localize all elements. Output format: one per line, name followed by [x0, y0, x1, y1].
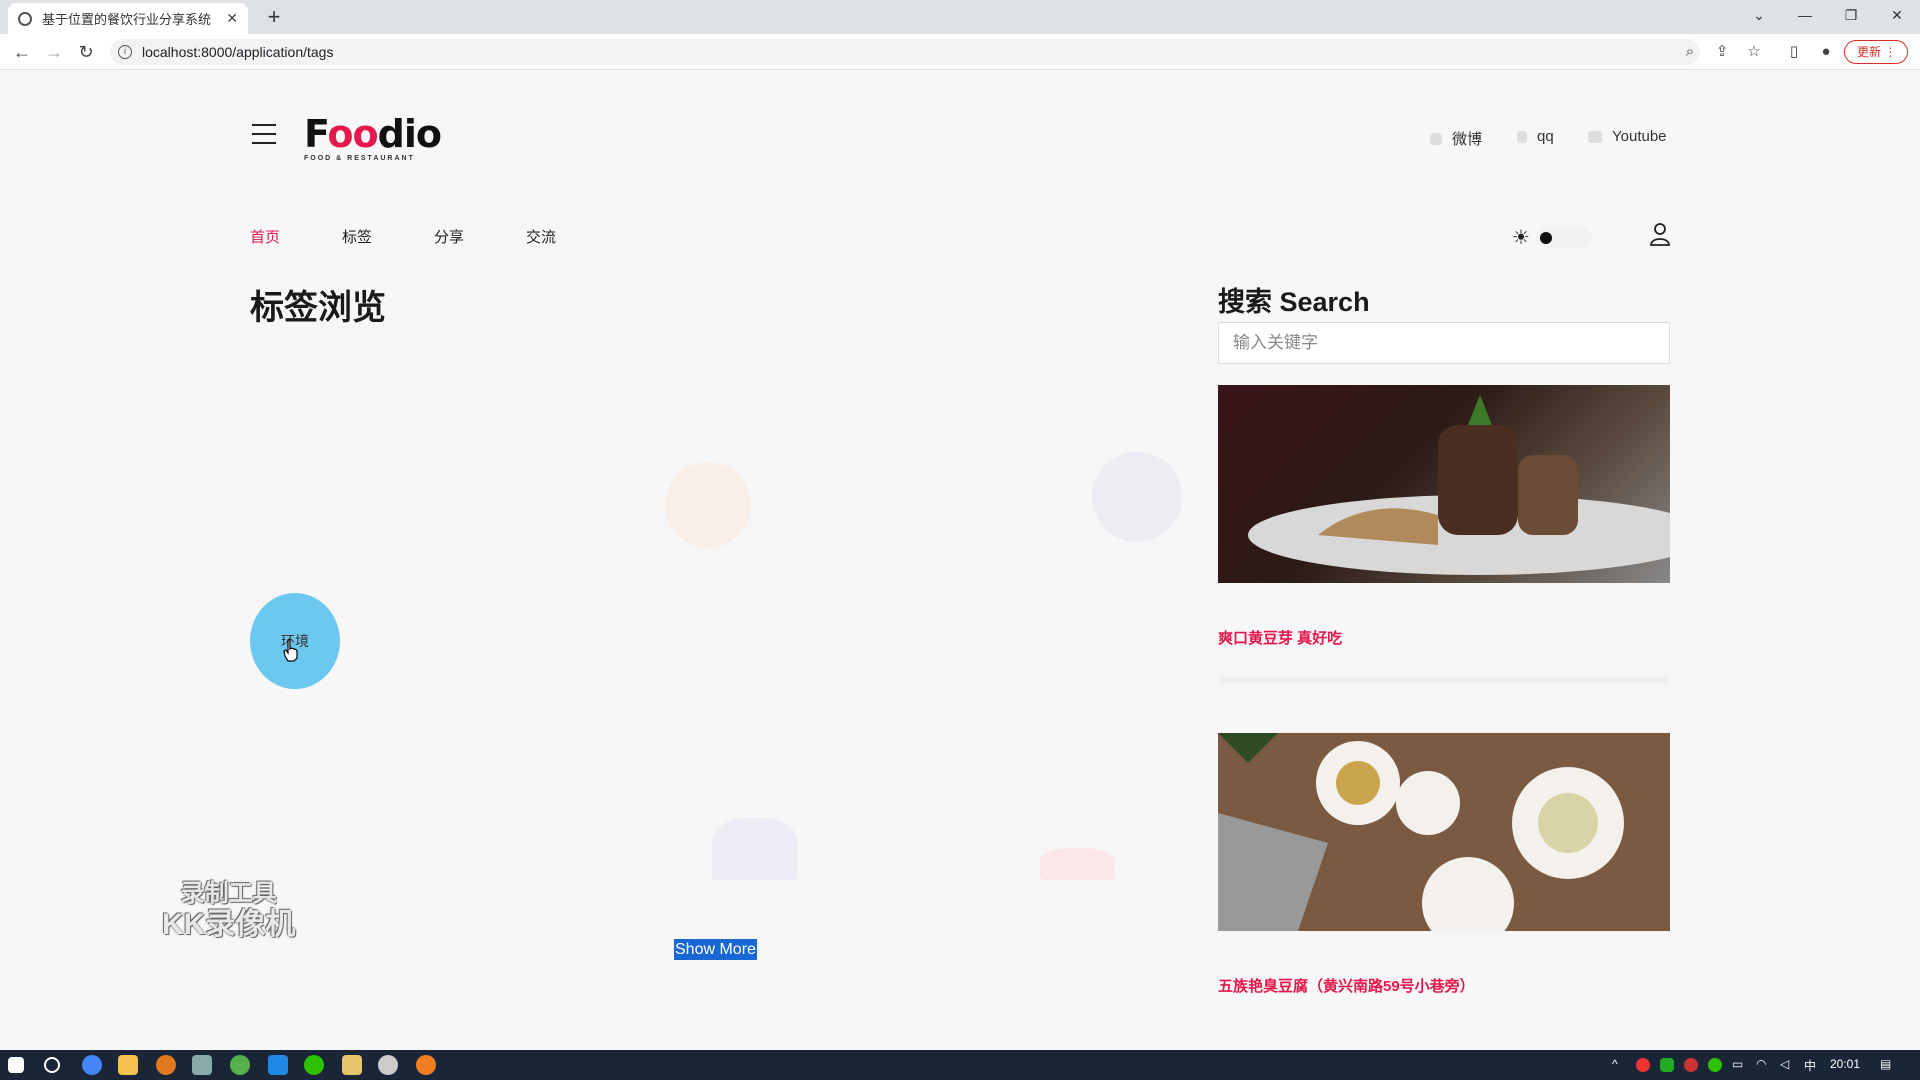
- app-icon[interactable]: [230, 1055, 250, 1075]
- browser-toolbar: ← → ↻ i localhost:8000/application/tags …: [0, 34, 1920, 70]
- chrome-icon[interactable]: [82, 1055, 102, 1075]
- youtube-icon: [1588, 130, 1602, 143]
- editor-icon[interactable]: [268, 1055, 288, 1075]
- search-input[interactable]: [1218, 322, 1670, 364]
- search-title: 搜索 Search: [1218, 287, 1370, 317]
- os-taskbar: ^ ▭ ◠ ◁ 中 20:01 ▤: [0, 1050, 1920, 1080]
- nav-item-share[interactable]: 分享: [434, 226, 464, 247]
- volume-icon[interactable]: ◁: [1780, 1057, 1789, 1071]
- qq-icon: [1517, 130, 1527, 143]
- nav-item-tags[interactable]: 标签: [342, 226, 372, 247]
- forward-icon[interactable]: →: [42, 40, 66, 64]
- sun-icon: ☀: [1512, 227, 1530, 249]
- divider: [1218, 677, 1670, 683]
- tray-wechat-icon[interactable]: [1708, 1058, 1722, 1072]
- hamburger-menu-icon[interactable]: [252, 124, 276, 144]
- nav-item-exchange[interactable]: 交流: [526, 226, 556, 247]
- search-tool-icon[interactable]: [156, 1055, 176, 1075]
- tray-network-icon[interactable]: ▭: [1732, 1057, 1743, 1071]
- settings-icon[interactable]: [378, 1055, 398, 1075]
- social-link-qq[interactable]: qq: [1517, 128, 1554, 145]
- search-icon[interactable]: [44, 1057, 60, 1073]
- nav-item-home[interactable]: 首页: [250, 226, 280, 247]
- weibo-icon: [1430, 132, 1442, 145]
- page-content: Foodio FOOD & RESTAURANT 微博 qq Youtube 首…: [0, 70, 1920, 1050]
- back-icon[interactable]: ←: [10, 40, 34, 64]
- page-title: 标签浏览: [250, 289, 386, 327]
- tray-app-icon[interactable]: [1684, 1058, 1698, 1072]
- tray-expand-icon[interactable]: ^: [1612, 1057, 1618, 1071]
- tab-search-icon[interactable]: ⌄: [1736, 0, 1782, 30]
- ime-indicator[interactable]: 中: [1804, 1057, 1816, 1074]
- new-tab-button[interactable]: +: [260, 4, 288, 30]
- close-tab-icon[interactable]: ✕: [226, 10, 238, 27]
- logo-tagline: FOOD & RESTAURANT: [304, 155, 415, 162]
- notification-icon[interactable]: ▤: [1880, 1057, 1891, 1071]
- reload-icon[interactable]: ↻: [74, 40, 98, 64]
- user-icon[interactable]: [1650, 222, 1670, 246]
- tag-bubble[interactable]: [1092, 452, 1182, 542]
- clock[interactable]: 20:01: [1830, 1057, 1860, 1071]
- bookmark-star-icon[interactable]: ☆: [1744, 42, 1764, 62]
- recorder-watermark: 录制工具 KK录像机: [162, 880, 296, 941]
- file-explorer-icon[interactable]: [118, 1055, 138, 1075]
- url-text: localhost:8000/application/tags: [142, 44, 334, 60]
- wechat-icon[interactable]: [304, 1055, 324, 1075]
- theme-switch[interactable]: [1535, 227, 1592, 248]
- social-link-weibo[interactable]: 微博: [1430, 128, 1482, 149]
- site-info-icon[interactable]: i: [118, 45, 132, 59]
- browser-tab[interactable]: 基于位置的餐饮行业分享系统 ✕: [8, 3, 248, 34]
- tab-title: 基于位置的餐饮行业分享系统: [42, 12, 212, 27]
- browser-tabbar: 基于位置的餐饮行业分享系统 ✕ + ⌄ — ❐ ✕: [0, 0, 1920, 34]
- side-panel-icon[interactable]: ▯: [1784, 42, 1804, 62]
- minimize-button[interactable]: —: [1782, 0, 1828, 30]
- social-link-youtube[interactable]: Youtube: [1588, 128, 1667, 145]
- close-window-button[interactable]: ✕: [1874, 0, 1920, 30]
- update-button[interactable]: 更新 ⋮: [1844, 40, 1908, 64]
- post-image[interactable]: [1218, 385, 1670, 583]
- tag-bubble[interactable]: [665, 462, 751, 548]
- globe-icon: [18, 11, 32, 26]
- profile-avatar-icon[interactable]: ●: [1816, 42, 1836, 62]
- hand-cursor-icon: [283, 639, 298, 662]
- theme-toggle[interactable]: ☀: [1512, 225, 1592, 250]
- post-title-link[interactable]: 五族艳臭豆腐（黄兴南路59号小巷旁）: [1218, 975, 1475, 996]
- site-logo[interactable]: Foodio FOOD & RESTAURANT: [304, 114, 442, 162]
- main-nav: 首页 标签 分享 交流: [250, 226, 618, 247]
- snipping-tool-icon[interactable]: [192, 1055, 212, 1075]
- tag-bubble[interactable]: [1040, 848, 1114, 880]
- post-title-link[interactable]: 爽口黄豆芽 真好吃: [1218, 627, 1342, 648]
- zoom-icon[interactable]: ⌕: [1680, 42, 1700, 62]
- address-bar[interactable]: i localhost:8000/application/tags: [110, 39, 1700, 65]
- share-icon[interactable]: ⇪: [1712, 42, 1732, 62]
- recorder-icon[interactable]: [416, 1055, 436, 1075]
- notepad-icon[interactable]: [342, 1055, 362, 1075]
- show-more-button[interactable]: Show More: [674, 939, 757, 960]
- post-image[interactable]: [1218, 733, 1670, 931]
- tag-bubble[interactable]: [712, 818, 798, 880]
- restore-button[interactable]: ❐: [1828, 0, 1874, 30]
- tray-app-icon[interactable]: [1660, 1058, 1674, 1072]
- tray-app-icon[interactable]: [1636, 1058, 1650, 1072]
- wifi-icon[interactable]: ◠: [1756, 1057, 1766, 1071]
- windows-start-icon[interactable]: [8, 1057, 24, 1073]
